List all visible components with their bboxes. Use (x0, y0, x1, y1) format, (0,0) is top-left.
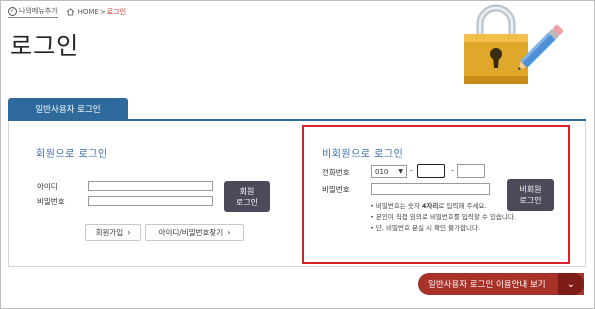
note-line-2: • 본인이 직접 임의로 비밀번호를 입력할 수 있습니다. (370, 213, 516, 221)
phone-prefix-value: 010 (375, 167, 389, 176)
home-icon (66, 8, 74, 16)
phone-last-input[interactable] (457, 164, 485, 178)
nonmember-login-button-line1: 비회원 (519, 185, 542, 194)
chevron-down-icon[interactable]: ⌄ (558, 273, 584, 295)
password-input[interactable] (88, 196, 213, 206)
find-id-password-label: 아이디/비밀번호찾기 (158, 228, 224, 237)
top-bar: ✓ 나의메뉴추가 HOME > 로그인 (8, 5, 126, 19)
chevron-right-icon: › (227, 228, 231, 237)
phone-label: 전화번호 (322, 168, 350, 177)
phone-dash: - (451, 166, 454, 175)
tab-general-user-login[interactable]: 일반사용자 로그인 (8, 98, 128, 120)
page-title: 로그인 (10, 32, 80, 60)
member-login-title: 회원으로 로그인 (36, 149, 108, 160)
breadcrumb-current: 로그인 (106, 8, 127, 16)
phone-dash: - (410, 166, 413, 175)
nonmember-login-title: 비회원으로 로그인 (322, 149, 404, 160)
member-login-button-line2: 로그인 (235, 197, 259, 207)
note-line-3: • 단, 비밀번호 분실 시 확인 불가합니다. (370, 224, 481, 232)
chevron-down-icon: ▼ (398, 168, 403, 175)
add-my-menu-label: 나의메뉴추가 (19, 7, 58, 15)
note-line-1: • 비밀번호는 숫자 4자리로 입력해 주세요. (370, 202, 487, 210)
member-login-button-line1: 회원 (239, 186, 255, 196)
id-label: 아이디 (37, 182, 58, 191)
join-label: 회원가입 (95, 228, 124, 237)
member-login-button[interactable]: 회원 로그인 (224, 181, 270, 212)
find-id-password-button[interactable]: 아이디/비밀번호찾기 › (145, 224, 244, 241)
nonmember-password-label: 비밀번호 (322, 185, 350, 194)
check-circle-icon: ✓ (8, 6, 17, 16)
breadcrumb-separator: > (99, 8, 106, 16)
chevron-right-icon: › (127, 228, 131, 237)
password-notes: • 비밀번호는 숫자 4자리로 입력해 주세요. • 본인이 직접 임의로 비밀… (370, 201, 516, 234)
login-guide-label: 일반사용자 로그인 이용안내 보기 (428, 280, 546, 290)
id-input[interactable] (88, 181, 213, 191)
phone-middle-input[interactable] (417, 164, 445, 178)
nonmember-password-input[interactable] (371, 183, 490, 195)
join-button[interactable]: 회원가입 › (85, 224, 141, 241)
add-my-menu-link[interactable]: ✓ 나의메뉴추가 (8, 6, 58, 18)
lock-pencil-illustration (464, 4, 564, 84)
phone-prefix-select[interactable]: 010 ▼ (371, 165, 407, 178)
password-label: 비밀번호 (37, 197, 65, 206)
nonmember-login-button-line2: 로그인 (519, 196, 542, 205)
breadcrumb-home[interactable]: HOME (78, 8, 99, 16)
